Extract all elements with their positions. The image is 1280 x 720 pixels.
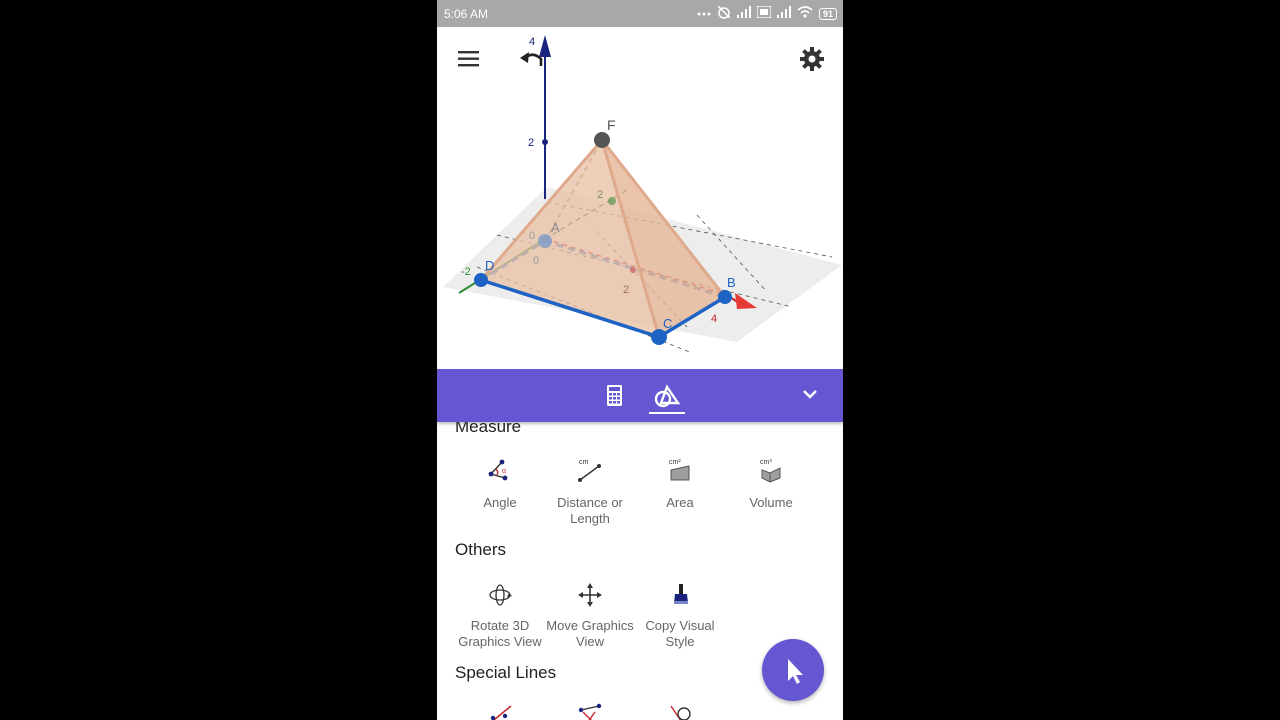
undo-icon bbox=[520, 52, 543, 66]
tangent-icon bbox=[670, 705, 691, 720]
z-label-2: 2 bbox=[528, 137, 534, 149]
brush-icon bbox=[674, 584, 688, 604]
hamburger-icon bbox=[458, 51, 479, 67]
move-icon bbox=[578, 583, 602, 607]
alarm-off-icon bbox=[717, 5, 731, 22]
tick-0a: 0 bbox=[529, 230, 535, 242]
tab-calculator[interactable] bbox=[599, 381, 629, 411]
area-icon: cm² bbox=[669, 459, 690, 481]
tool-distance[interactable]: cm Distance or Length bbox=[545, 458, 635, 527]
status-time: 5:06 AM bbox=[444, 7, 489, 21]
tool-rotate-3d[interactable]: Rotate 3D Graphics View bbox=[455, 581, 545, 650]
volume-icon: cm³ bbox=[760, 459, 781, 483]
tool-volume[interactable]: cm³ Volume bbox=[726, 458, 816, 511]
tick-2a: 2 bbox=[597, 189, 603, 201]
tool-label-copy-style: Copy Visual Style bbox=[645, 618, 715, 649]
tool-special-line-3[interactable] bbox=[635, 702, 725, 720]
move-mode-fab[interactable] bbox=[762, 639, 824, 701]
pyramid-scene: 4 2 F A D C B 2 2 0 0 4 -2 bbox=[443, 35, 842, 354]
battery-indicator: 91 bbox=[818, 7, 837, 20]
perpendicular-bisector-icon bbox=[490, 705, 512, 720]
signal-icon bbox=[736, 6, 751, 21]
tool-tabs-bar bbox=[437, 369, 843, 422]
tool-label-area: Area bbox=[666, 495, 694, 510]
status-bar: 5:06 AM 91 bbox=[437, 0, 843, 27]
gear-icon bbox=[800, 47, 824, 71]
tick-y-neg2: -2 bbox=[461, 266, 471, 278]
tool-label-volume: Volume bbox=[749, 495, 793, 510]
undo-button[interactable] bbox=[519, 49, 545, 71]
phone-screen: 5:06 AM 91 4 2 F A D C B 2 2 0 0 4 -2 Me… bbox=[437, 0, 843, 720]
tool-label-rotate-3d: Rotate 3D Graphics View bbox=[458, 618, 542, 649]
grid-point-y2 bbox=[608, 197, 616, 205]
wifi-icon bbox=[797, 6, 813, 21]
menu-button[interactable] bbox=[457, 49, 481, 69]
point-D bbox=[474, 273, 488, 287]
label-C: C bbox=[663, 316, 672, 331]
tick-x4: 4 bbox=[711, 313, 717, 325]
section-title-others: Others bbox=[455, 540, 507, 559]
angle-icon: α bbox=[488, 459, 508, 481]
collapse-toolbar-button[interactable] bbox=[798, 382, 828, 412]
tool-angle[interactable]: α Angle bbox=[455, 458, 545, 511]
z-tick-2 bbox=[542, 139, 548, 145]
label-D: D bbox=[485, 258, 494, 273]
angle-bisector-icon bbox=[578, 703, 602, 720]
tool-area[interactable]: cm² Area bbox=[635, 458, 725, 511]
shapes-icon bbox=[654, 384, 681, 408]
tool-move-view[interactable]: Move Graphics View bbox=[545, 581, 635, 650]
tool-label-move-view: Move Graphics View bbox=[546, 618, 634, 649]
section-title-measure: Measure bbox=[455, 422, 522, 436]
tool-label-distance: Distance or Length bbox=[557, 495, 623, 526]
point-B bbox=[718, 290, 732, 304]
active-tab-indicator bbox=[649, 412, 685, 414]
tab-tools[interactable] bbox=[651, 381, 681, 411]
point-F bbox=[594, 132, 610, 148]
volume-unit-label: cm³ bbox=[760, 459, 772, 466]
tool-label-angle: Angle bbox=[483, 495, 517, 510]
label-A: A bbox=[551, 220, 560, 235]
rotate-3d-icon bbox=[489, 584, 512, 606]
more-dots-icon bbox=[697, 6, 711, 21]
distance-icon: cm bbox=[578, 459, 601, 482]
point-A bbox=[538, 234, 552, 248]
distance-unit-label: cm bbox=[579, 459, 589, 466]
label-F: F bbox=[607, 117, 616, 133]
angle-alpha-label: α bbox=[502, 468, 506, 475]
cursor-arrow-icon bbox=[788, 659, 803, 684]
tool-copy-style[interactable]: Copy Visual Style bbox=[635, 581, 725, 650]
area-unit-label: cm² bbox=[669, 459, 681, 466]
volte-icon bbox=[756, 5, 772, 21]
calculator-icon bbox=[607, 385, 622, 406]
label-B: B bbox=[727, 275, 736, 290]
settings-button[interactable] bbox=[799, 46, 825, 72]
signal-2-icon bbox=[776, 6, 791, 21]
graphics-3d-view[interactable]: 4 2 F A D C B 2 2 0 0 4 -2 bbox=[437, 27, 843, 369]
tick-2b: 2 bbox=[623, 284, 629, 296]
chevron-down-icon bbox=[803, 390, 817, 399]
tool-special-line-2[interactable] bbox=[545, 702, 635, 720]
section-title-special-lines: Special Lines bbox=[455, 663, 557, 682]
tool-special-line-1[interactable] bbox=[455, 702, 545, 720]
z-label-4: 4 bbox=[529, 36, 535, 48]
tick-0b: 0 bbox=[533, 255, 539, 267]
status-icons: 91 bbox=[697, 5, 837, 22]
point-C bbox=[651, 329, 667, 345]
grid-point-x2 bbox=[630, 267, 636, 273]
